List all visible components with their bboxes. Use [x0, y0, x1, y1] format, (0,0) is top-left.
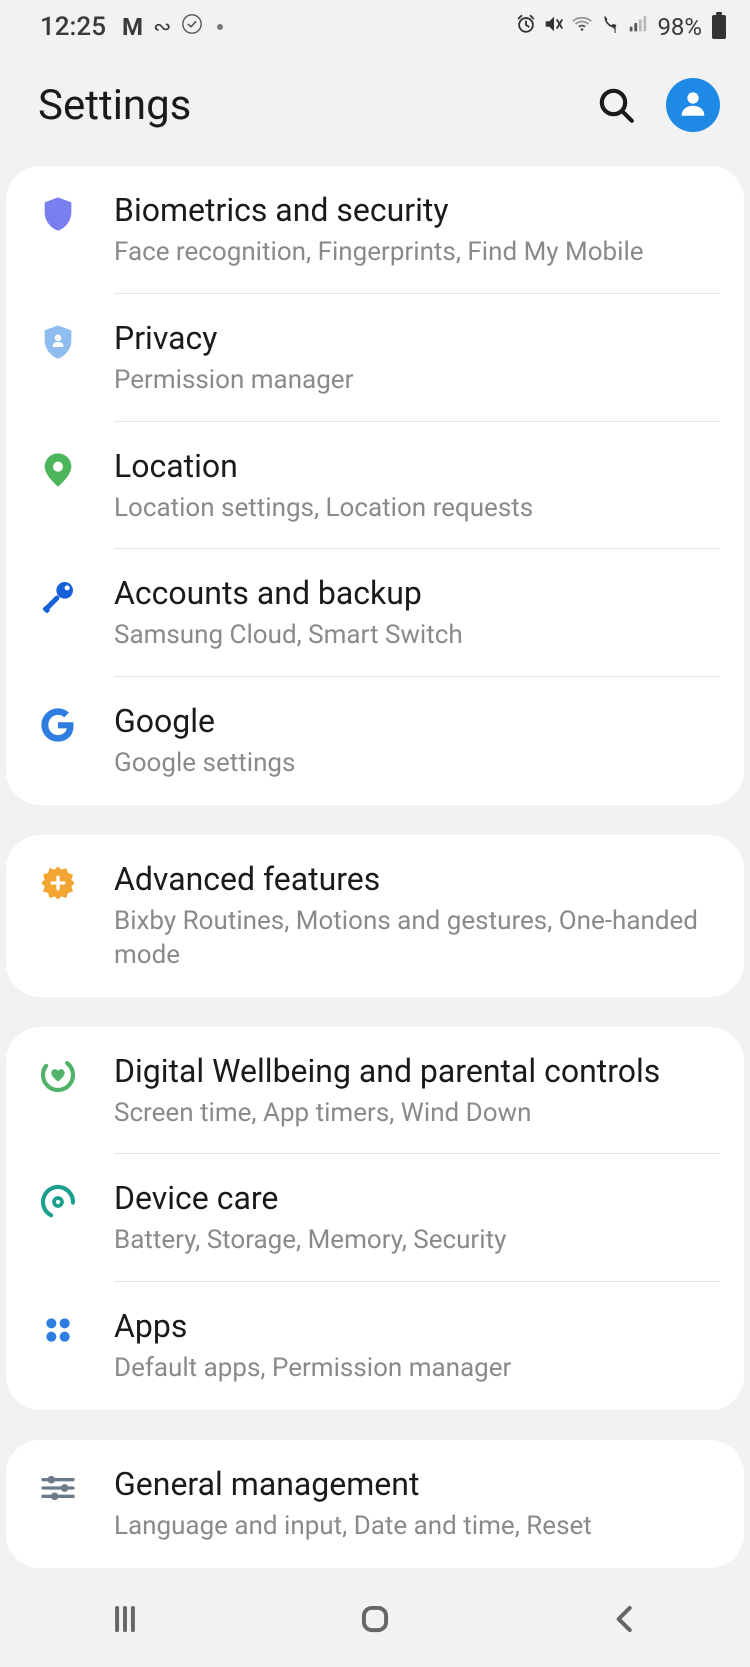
item-title: Privacy — [114, 318, 706, 358]
item-subtitle: Screen time, App timers, Wind Down — [114, 1097, 706, 1131]
status-right: 1 98% — [515, 13, 726, 41]
status-bar: 12:25 M ∾ 1 98% — [0, 0, 750, 54]
status-left: 12:25 M ∾ — [40, 12, 223, 42]
nav-recents-button[interactable] — [85, 1589, 165, 1649]
item-subtitle: Location settings, Location requests — [114, 492, 706, 526]
google-g-icon — [38, 705, 78, 745]
system-nav-bar — [0, 1571, 750, 1667]
battery-percent: 98% — [657, 13, 702, 41]
battery-icon — [712, 15, 726, 39]
item-title: Location — [114, 446, 706, 486]
item-subtitle: Language and input, Date and time, Reset — [114, 1510, 706, 1544]
profile-icon — [676, 86, 710, 124]
alarm-icon — [515, 13, 537, 41]
item-title: Biometrics and security — [114, 190, 706, 230]
item-title: Device care — [114, 1178, 706, 1218]
item-title: Advanced features — [114, 859, 706, 899]
item-title: Google — [114, 701, 706, 741]
sliders-icon — [38, 1468, 78, 1508]
item-title: Accounts and backup — [114, 573, 706, 613]
plus-gear-icon — [38, 863, 78, 903]
settings-list[interactable]: Biometrics and security Face recognition,… — [0, 166, 750, 1667]
page-title: Settings — [38, 81, 191, 130]
item-subtitle: Permission manager — [114, 364, 706, 398]
item-subtitle: Battery, Storage, Memory, Security — [114, 1224, 706, 1258]
item-subtitle: Bixby Routines, Motions and gestures, On… — [114, 905, 706, 973]
search-icon — [596, 85, 636, 125]
settings-item-accounts[interactable]: Accounts and backup Samsung Cloud, Smart … — [6, 549, 744, 677]
settings-item-wellbeing[interactable]: Digital Wellbeing and parental controls S… — [6, 1027, 744, 1155]
device-care-icon — [38, 1182, 78, 1222]
privacy-shield-icon — [38, 322, 78, 362]
app-header: Settings — [0, 54, 750, 166]
settings-item-location[interactable]: Location Location settings, Location requ… — [6, 422, 744, 550]
signal-icon — [627, 13, 649, 41]
gmail-icon: M — [122, 13, 143, 41]
item-title: General management — [114, 1464, 706, 1504]
settings-item-biometrics[interactable]: Biometrics and security Face recognition,… — [6, 166, 744, 294]
item-subtitle: Face recognition, Fingerprints, Find My … — [114, 236, 706, 270]
status-time: 12:25 — [40, 12, 106, 42]
wellbeing-icon — [38, 1055, 78, 1095]
item-title: Apps — [114, 1306, 706, 1346]
nav-back-button[interactable] — [585, 1589, 665, 1649]
mute-vibrate-icon — [543, 13, 565, 41]
settings-group: Digital Wellbeing and parental controls S… — [6, 1027, 744, 1410]
settings-item-general[interactable]: General management Language and input, Da… — [6, 1440, 744, 1568]
item-subtitle: Default apps, Permission manager — [114, 1352, 706, 1386]
item-subtitle: Samsung Cloud, Smart Switch — [114, 619, 706, 653]
wifi-icon — [571, 13, 593, 41]
key-icon — [38, 577, 78, 617]
settings-group: General management Language and input, Da… — [6, 1440, 744, 1568]
settings-item-google[interactable]: Google Google settings — [6, 677, 744, 805]
nav-home-button[interactable] — [335, 1589, 415, 1649]
vowifi-icon: 1 — [599, 13, 621, 41]
location-pin-icon — [38, 450, 78, 490]
more-notifications-dot — [217, 24, 223, 30]
search-button[interactable] — [596, 85, 636, 125]
shield-icon — [38, 194, 78, 234]
settings-group: Biometrics and security Face recognition,… — [6, 166, 744, 805]
svg-text:1: 1 — [613, 26, 617, 35]
settings-group: Advanced features Bixby Routines, Motions… — [6, 835, 744, 997]
item-title: Digital Wellbeing and parental controls — [114, 1051, 706, 1091]
check-circle-icon — [181, 13, 203, 41]
apps-grid-icon — [38, 1310, 78, 1350]
profile-button[interactable] — [666, 78, 720, 132]
item-subtitle: Google settings — [114, 747, 706, 781]
settings-item-advanced[interactable]: Advanced features Bixby Routines, Motions… — [6, 835, 744, 997]
settings-item-privacy[interactable]: Privacy Permission manager — [6, 294, 744, 422]
settings-item-devicecare[interactable]: Device care Battery, Storage, Memory, Sec… — [6, 1154, 744, 1282]
messenger-icon: ∾ — [153, 15, 171, 40]
settings-item-apps[interactable]: Apps Default apps, Permission manager — [6, 1282, 744, 1410]
